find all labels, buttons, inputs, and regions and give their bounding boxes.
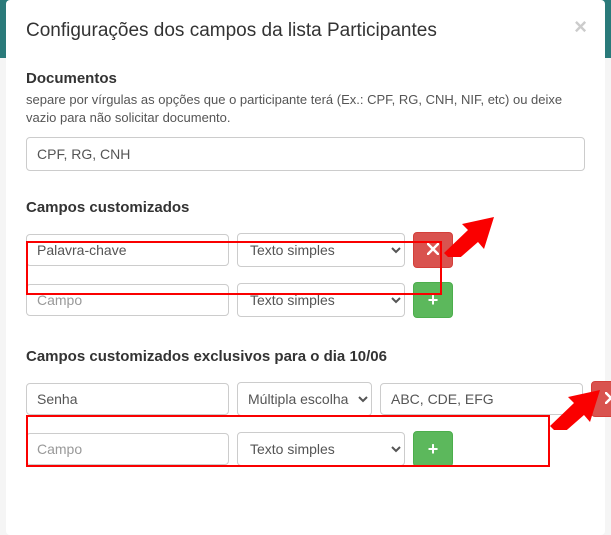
add-button[interactable]: +	[413, 431, 453, 467]
custom-fields-title: Campos customizados	[26, 199, 585, 216]
field-type-select[interactable]: Texto simples	[237, 283, 405, 317]
field-name-input[interactable]	[26, 234, 229, 266]
documents-title: Documentos	[26, 70, 585, 87]
custom-field-row: Texto simples +	[26, 282, 585, 318]
config-modal: Configurações dos campos da lista Partic…	[6, 0, 605, 535]
field-type-select[interactable]: Texto simples	[237, 233, 405, 267]
field-options-input[interactable]	[380, 383, 583, 415]
custom-field-row: Texto simples	[26, 228, 585, 272]
modal-title: Configurações dos campos da lista Partic…	[26, 20, 585, 42]
field-name-input[interactable]	[26, 433, 229, 465]
documents-hint: separe por vírgulas as opções que o part…	[26, 91, 585, 127]
exclusive-field-row: Múltipla escolha	[26, 377, 585, 421]
field-type-select[interactable]: Múltipla escolha	[237, 382, 372, 416]
remove-button[interactable]	[413, 232, 453, 268]
field-type-select[interactable]: Texto simples	[237, 432, 405, 466]
exclusive-field-row: Texto simples +	[26, 431, 585, 467]
field-name-input[interactable]	[26, 284, 229, 316]
exclusive-fields-title: Campos customizados exclusivos para o di…	[26, 348, 585, 365]
close-icon	[427, 243, 439, 258]
remove-button[interactable]	[591, 381, 611, 417]
close-icon	[605, 392, 611, 407]
documents-input[interactable]	[26, 137, 585, 171]
field-name-input[interactable]	[26, 383, 229, 415]
add-button[interactable]: +	[413, 282, 453, 318]
plus-icon: +	[428, 290, 439, 311]
plus-icon: +	[428, 439, 439, 460]
close-button[interactable]: ×	[574, 16, 587, 38]
